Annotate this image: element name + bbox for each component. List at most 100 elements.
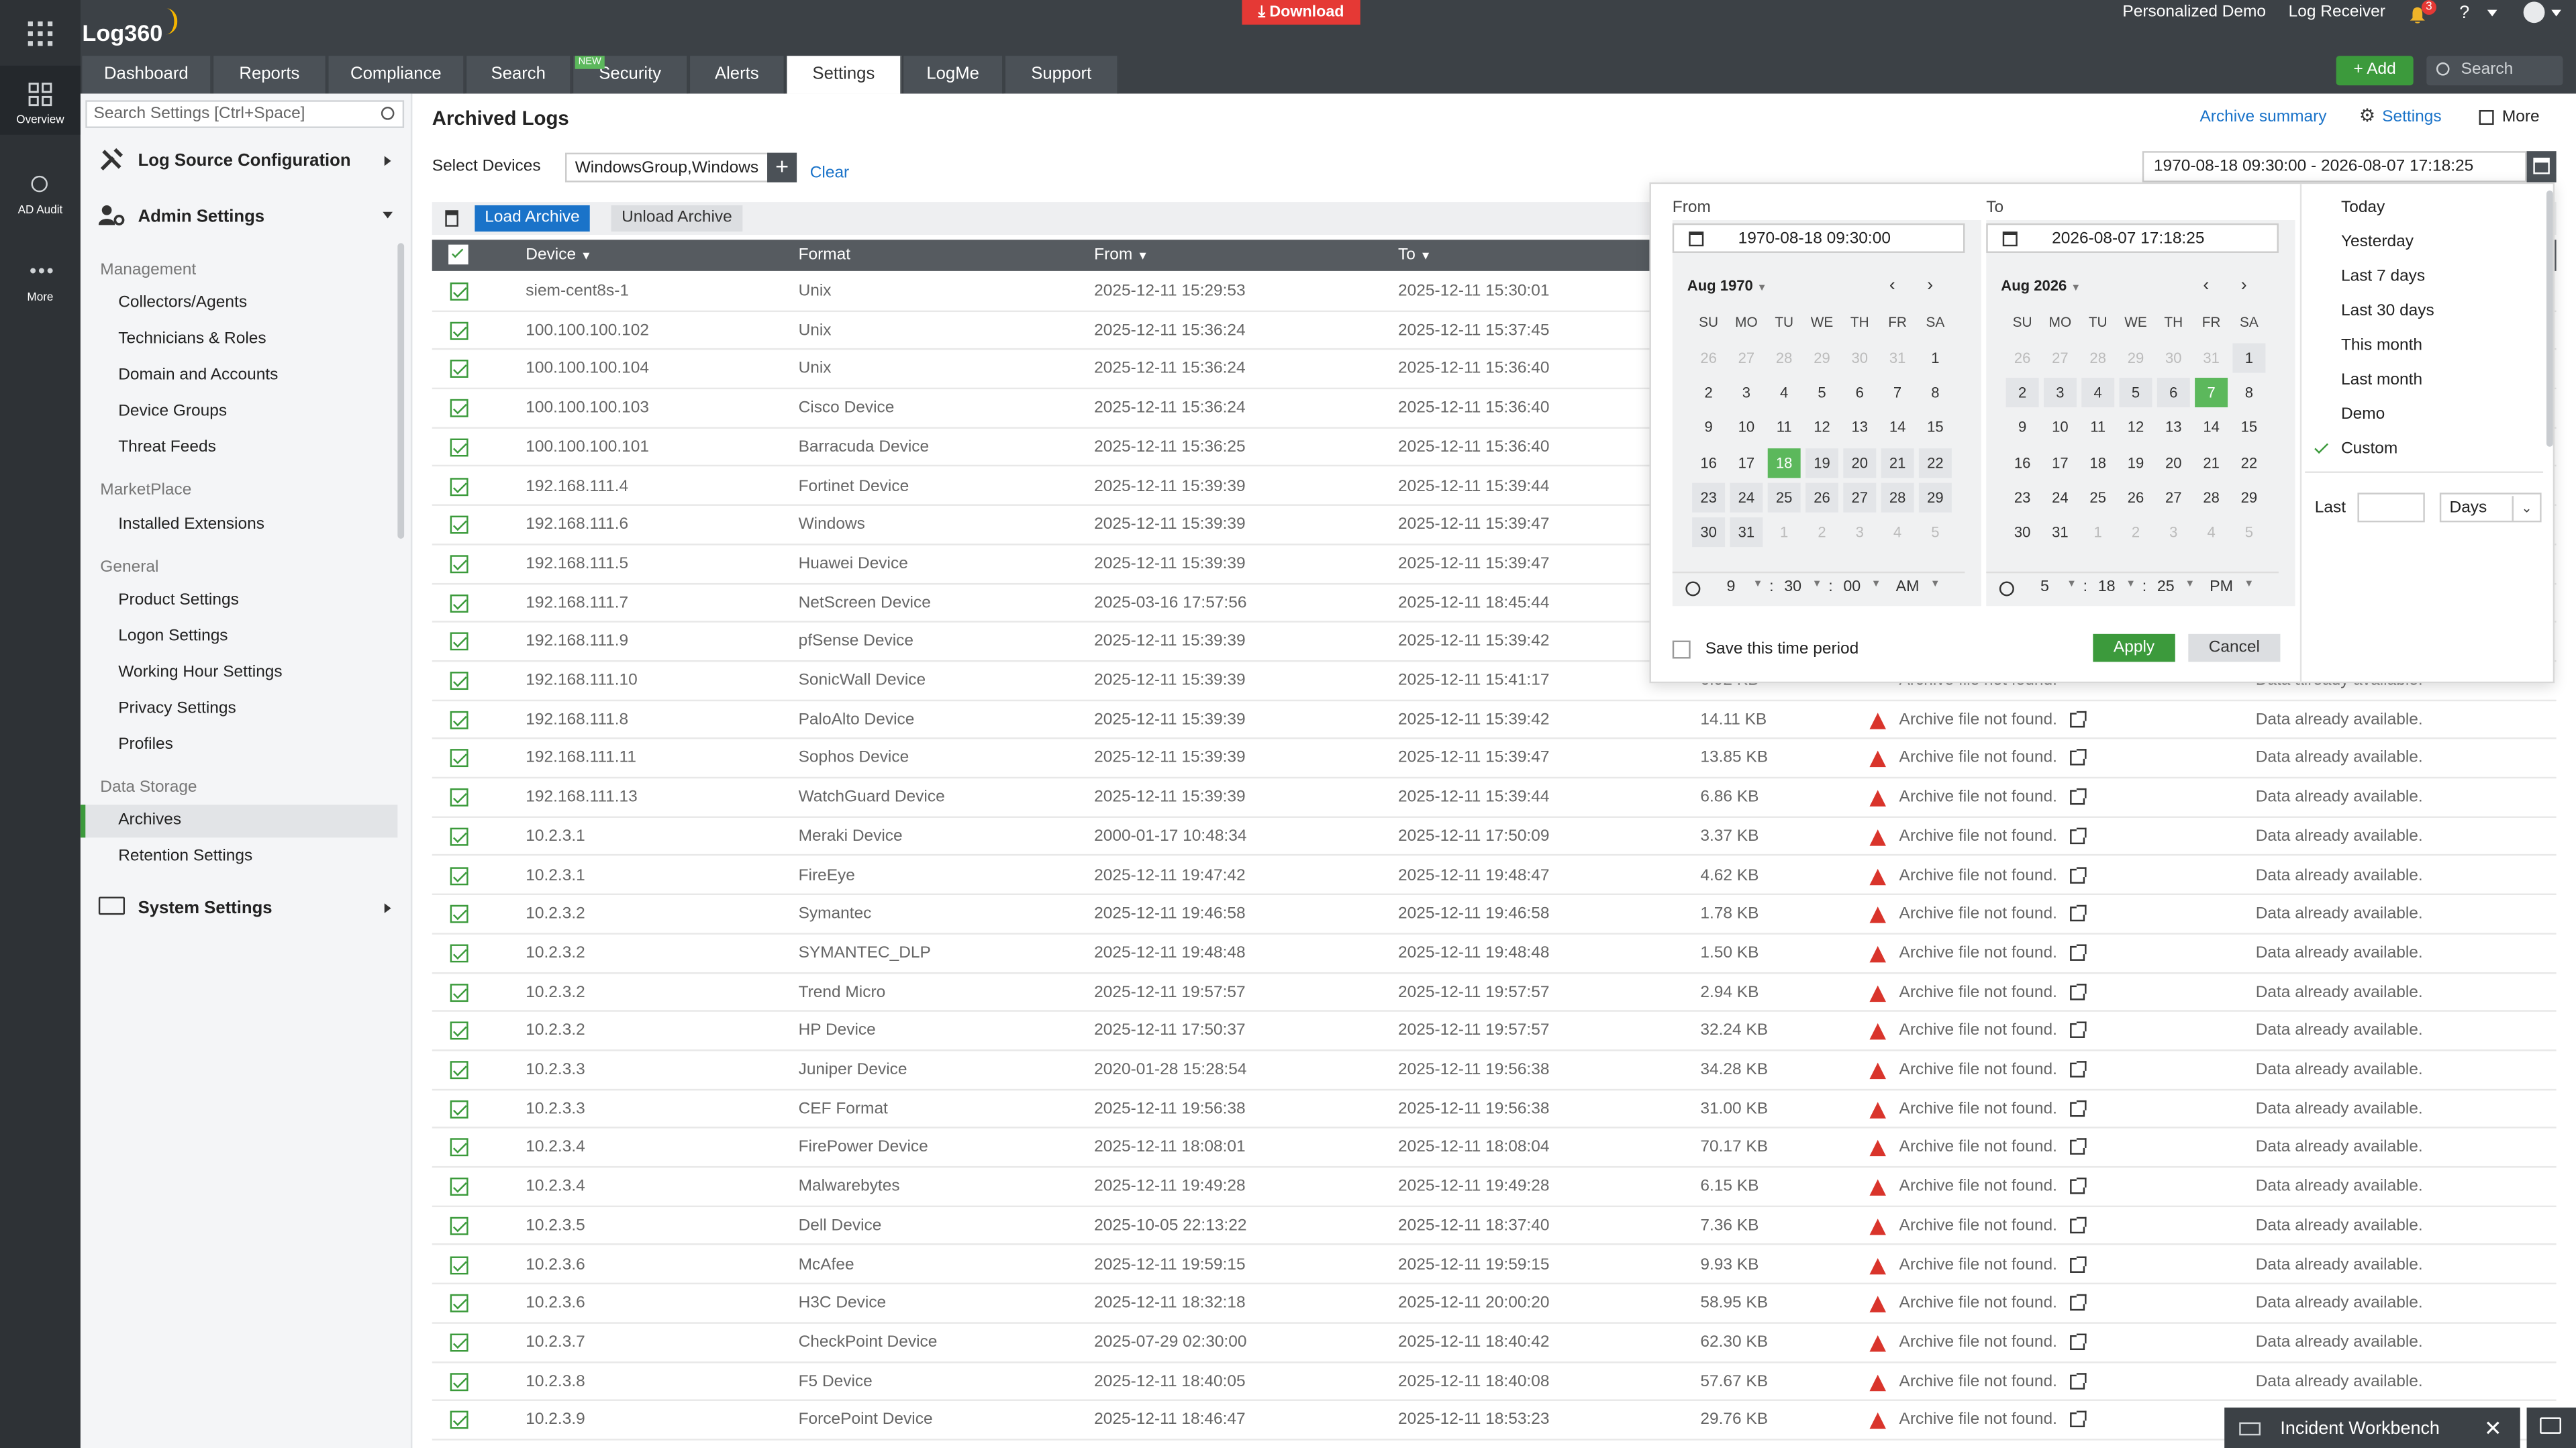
row-checkbox[interactable] [450, 282, 468, 301]
calendar-day[interactable]: 7 [2195, 378, 2228, 408]
calendar-day[interactable]: 12 [2120, 413, 2152, 442]
table-row[interactable]: 10.2.3.3 CEF Format 2025-12-11 19:56:38 202… [432, 1090, 2557, 1129]
tab-support[interactable]: Support [1005, 56, 1119, 94]
log-source-configuration[interactable]: Log Source Configuration [138, 151, 351, 170]
row-checkbox[interactable] [450, 672, 468, 690]
row-checkbox[interactable] [450, 1178, 468, 1196]
table-row[interactable]: 10.2.3.3 Juniper Device 2020-01-28 15:28:5… [432, 1051, 2557, 1090]
row-checkbox[interactable] [450, 1411, 468, 1430]
tab-alerts[interactable]: Alerts [690, 56, 786, 94]
help-button[interactable]: ? [2459, 3, 2469, 23]
chat-button[interactable] [2526, 1407, 2576, 1448]
table-row[interactable]: 10.2.3.2 HP Device 2025-12-11 17:50:37 2025… [432, 1013, 2557, 1051]
row-checkbox[interactable] [450, 360, 468, 378]
external-link-icon[interactable] [2070, 944, 2087, 961]
calendar-day[interactable]: 28 [2081, 344, 2114, 373]
table-row[interactable]: 10.2.3.8 F5 Device 2025-12-11 18:40:05 2025… [432, 1363, 2557, 1402]
calendar-day[interactable]: 31 [2195, 344, 2228, 373]
close-icon[interactable]: ✕ [2484, 1416, 2502, 1442]
tab-dashboard[interactable]: Dashboard [82, 56, 212, 94]
external-link-icon[interactable] [2070, 711, 2087, 727]
from-date-input[interactable]: 1970-08-18 09:30:00 [1672, 223, 1965, 253]
calendar-day[interactable]: 6 [1843, 378, 1876, 407]
external-link-icon[interactable] [2070, 1255, 2087, 1272]
calendar-day[interactable]: 9 [1692, 413, 1725, 442]
last-unit-select[interactable]: Days ⌄ [2439, 493, 2542, 523]
calendar-day[interactable]: 13 [1843, 413, 1876, 442]
preset-option[interactable]: Last 30 days [2341, 302, 2434, 320]
calendar-day[interactable]: 8 [1919, 378, 1952, 407]
calendar-day[interactable]: 8 [2232, 378, 2265, 407]
admin-settings[interactable]: Admin Settings [138, 207, 265, 226]
row-checkbox[interactable] [450, 438, 468, 456]
calendar-day[interactable]: 7 [1881, 378, 1914, 407]
external-link-icon[interactable] [2070, 788, 2087, 805]
calendar-day[interactable]: 28 [2195, 482, 2228, 512]
tab-search[interactable]: Search [466, 56, 572, 94]
table-row[interactable]: 10.2.3.1 FireEye 2025-12-11 19:47:42 2025-1… [432, 856, 2557, 896]
external-link-icon[interactable] [2070, 1217, 2087, 1233]
calendar-day[interactable]: 30 [2006, 517, 2039, 547]
global-search[interactable]: Search [2426, 56, 2563, 86]
table-row[interactable]: 10.2.3.2 Trend Micro 2025-12-11 19:57:57 20… [432, 973, 2557, 1013]
calendar-day[interactable]: 15 [2232, 413, 2265, 442]
tab-logme[interactable]: LogMe [903, 56, 1004, 94]
table-row[interactable]: 10.2.3.2 Symantec 2025-12-11 19:46:58 2025-… [432, 895, 2557, 935]
external-link-icon[interactable] [2070, 1061, 2087, 1078]
preset-option[interactable]: Demo [2341, 406, 2385, 424]
calendar-day[interactable]: 10 [2044, 413, 2077, 442]
last-count-input[interactable] [2357, 493, 2425, 523]
to-prev-month-icon[interactable]: ‹ [2203, 276, 2209, 295]
calendar-day[interactable]: 29 [1918, 482, 1952, 513]
table-row[interactable]: 192.168.111.13 WatchGuard Device 2025-12-1… [432, 778, 2557, 818]
row-checkbox[interactable] [450, 477, 468, 495]
calendar-day[interactable]: 27 [2157, 482, 2190, 512]
calendar-day[interactable]: 16 [2006, 448, 2039, 477]
calendar-day[interactable]: 28 [1768, 344, 1801, 373]
calendar-day[interactable]: 29 [2120, 344, 2152, 373]
sidebar-item-archives[interactable]: Archives [118, 811, 181, 829]
calendar-day[interactable]: 17 [1730, 448, 1763, 477]
to-hour[interactable]: 5 [2040, 578, 2049, 597]
row-checkbox[interactable] [450, 633, 468, 652]
external-link-icon[interactable] [2070, 1022, 2087, 1039]
calendar-day[interactable]: 11 [1768, 413, 1801, 442]
calendar-day[interactable]: 5 [1919, 517, 1952, 547]
table-row[interactable]: 10.2.3.7 CheckPoint Device 2025-07-29 02:3… [432, 1324, 2557, 1363]
row-checkbox[interactable] [450, 983, 468, 1002]
row-checkbox[interactable] [450, 1333, 468, 1352]
table-row[interactable]: 10.2.3.6 H3C Device 2025-12-11 18:32:18 202… [432, 1285, 2557, 1324]
row-checkbox[interactable] [450, 711, 468, 729]
to-month-select[interactable]: Aug 2026 ▼ [2001, 278, 2081, 294]
app-grid-icon[interactable] [28, 21, 53, 46]
calendar-day[interactable]: 23 [1692, 482, 1726, 513]
table-row[interactable]: 10.2.3.2 SYMANTEC_DLP 2025-12-11 19:48:48 2… [432, 934, 2557, 974]
calendar-day[interactable]: 4 [2195, 517, 2228, 547]
calendar-day[interactable]: 17 [2044, 448, 2077, 477]
calendar-day[interactable]: 1 [2081, 517, 2114, 547]
sidebar-item-profiles[interactable]: Profiles [118, 736, 173, 754]
save-period-checkbox[interactable] [1672, 640, 1691, 659]
calendar-day[interactable]: 31 [2044, 517, 2077, 547]
preset-option[interactable]: This month [2341, 337, 2422, 355]
row-checkbox[interactable] [450, 594, 468, 612]
calendar-day[interactable]: 27 [1730, 344, 1763, 373]
row-checkbox[interactable] [450, 866, 468, 885]
cancel-button[interactable]: Cancel [2188, 633, 2281, 662]
to-ampm[interactable]: PM [2210, 578, 2233, 597]
tab-reports[interactable]: Reports [213, 56, 328, 94]
add-button[interactable]: + Add [2336, 56, 2414, 86]
calendar-day[interactable]: 5 [1805, 378, 1838, 407]
calendar-day[interactable]: 26 [2120, 482, 2152, 512]
preset-option[interactable]: Today [2341, 199, 2385, 217]
row-checkbox[interactable] [450, 399, 468, 417]
ad-audit-icon[interactable] [31, 175, 48, 193]
external-link-icon[interactable] [2070, 1100, 2087, 1117]
preset-option[interactable]: Last month [2341, 371, 2422, 389]
calendar-day[interactable]: 13 [2157, 413, 2190, 442]
user-avatar-icon[interactable] [2523, 1, 2545, 23]
calendar-day[interactable]: 2 [2005, 378, 2039, 408]
table-row[interactable]: 192.168.111.11 Sophos Device 2025-12-11 15… [432, 739, 2557, 779]
system-settings[interactable]: System Settings [138, 898, 273, 918]
from-month-select[interactable]: Aug 1970 ▼ [1687, 278, 1767, 294]
